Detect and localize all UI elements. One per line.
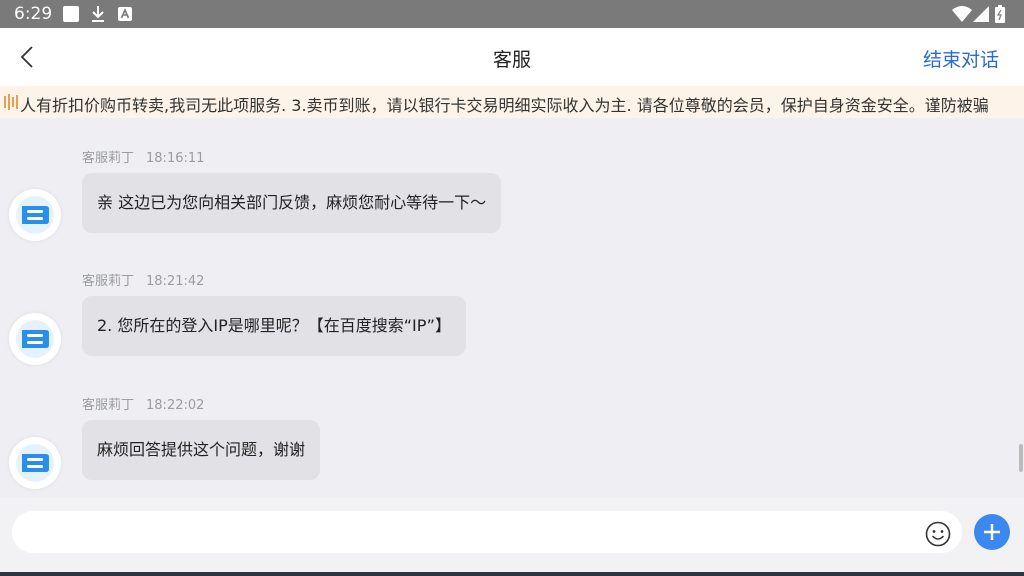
- signal-icon: [973, 6, 989, 22]
- download-icon: [92, 6, 104, 22]
- message-bubble: 麻烦回答提供这个问题，谢谢: [82, 420, 321, 480]
- agent-avatar[interactable]: [9, 437, 61, 489]
- message-meta: 客服莉丁 18:21:42: [82, 270, 204, 289]
- app-header: 客服 结束对话: [0, 28, 1024, 86]
- agent-avatar[interactable]: [9, 189, 61, 241]
- message-time: 18:21:42: [146, 274, 205, 289]
- message-bubble: 亲 这边已为您向相关部门反馈，麻烦您耐心等待一下～: [82, 173, 502, 233]
- message-list: 客服莉丁 18:16:11 亲 这边已为您向相关部门反馈，麻烦您耐心等待一下～ 客…: [0, 118, 1024, 498]
- end-conversation-button[interactable]: 结束对话: [923, 45, 999, 72]
- message-input[interactable]: [26, 519, 910, 547]
- brand-logo-icon: [16, 444, 54, 482]
- notice-banner: 人有折扣价购币转卖,我司无此项服务. 3.卖币到账，请以银行卡交易明细实际收入为…: [0, 86, 1024, 118]
- a-badge-icon: [118, 7, 132, 21]
- sender-name: 客服莉丁: [82, 398, 135, 413]
- scrollbar-thumb[interactable]: [1019, 444, 1023, 472]
- page-title: 客服: [492, 49, 531, 71]
- add-attachment-button[interactable]: [974, 514, 1010, 550]
- battery-icon: [995, 5, 1005, 23]
- brand-logo-icon: [16, 320, 54, 358]
- agent-avatar[interactable]: [9, 313, 61, 365]
- status-time: 6:29: [14, 4, 53, 24]
- notification-square-icon: [63, 6, 79, 22]
- speaker-icon: [4, 94, 18, 110]
- message-time: 18:16:11: [146, 151, 205, 166]
- sender-name: 客服莉丁: [82, 151, 135, 166]
- message-meta: 客服莉丁 18:22:02: [82, 394, 204, 413]
- message-time: 18:22:02: [146, 398, 205, 413]
- notice-text: 人有折扣价购币转卖,我司无此项服务. 3.卖币到账，请以银行卡交易明细实际收入为…: [20, 96, 989, 115]
- message-input-container: [12, 511, 962, 553]
- brand-logo-icon: [16, 196, 54, 234]
- message-meta: 客服莉丁 18:16:11: [82, 147, 204, 166]
- composer-bar: [0, 498, 1024, 576]
- message-bubble: 2. 您所在的登入IP是哪里呢？【在百度搜索“IP”】: [82, 296, 466, 356]
- status-bar: 6:29: [0, 0, 1024, 28]
- emoji-icon[interactable]: [924, 520, 952, 548]
- sender-name: 客服莉丁: [82, 274, 135, 289]
- bottom-edge: [0, 572, 1024, 576]
- plus-icon: [984, 524, 1000, 540]
- wifi-icon: [952, 6, 972, 22]
